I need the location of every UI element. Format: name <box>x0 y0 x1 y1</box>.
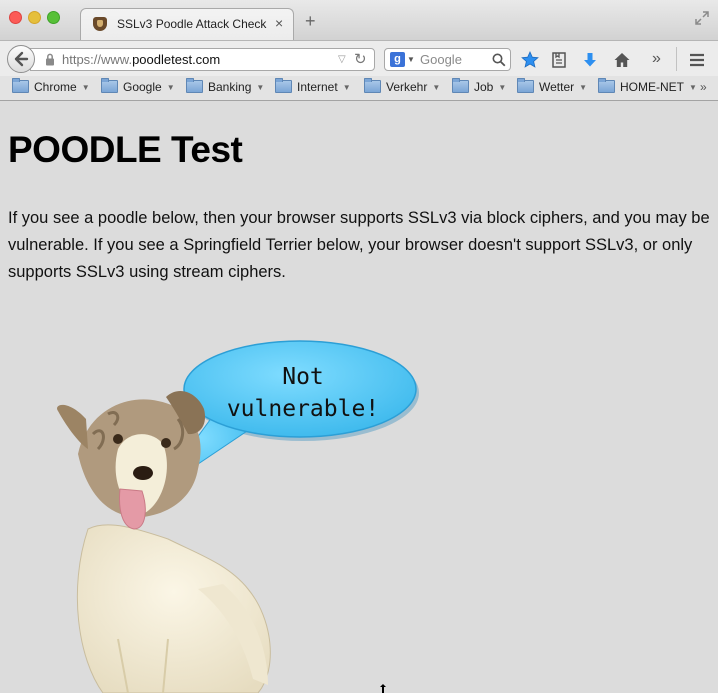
menu-hamburger-icon[interactable] <box>688 51 706 69</box>
bookmark-folder-home-net[interactable]: HOME-NET ▼ <box>598 78 697 96</box>
bookmarks-toolbar: Chrome ▼ Google ▼ Banking ▼ Internet ▼ Verke… <box>0 76 718 101</box>
engine-dropdown-icon[interactable]: ▼ <box>407 55 415 64</box>
reload-icon[interactable]: ↻ <box>354 50 367 68</box>
bookmark-label: Chrome <box>34 80 77 94</box>
url-text[interactable]: https://www.poodletest.com <box>62 52 220 67</box>
bookmark-folder-verkehr[interactable]: Verkehr ▼ <box>364 78 441 96</box>
page-title: POODLE Test <box>8 129 243 170</box>
bookmark-folder-wetter[interactable]: Wetter ▼ <box>517 78 588 96</box>
bookmark-label: Job <box>474 80 494 94</box>
url-scheme: https://www. <box>62 52 133 67</box>
toolbar-divider <box>676 47 677 71</box>
url-bar[interactable]: https://www.poodletest.com ▽ ↻ <box>30 48 375 71</box>
tab-close-icon[interactable]: × <box>275 15 283 31</box>
close-window-button[interactable] <box>9 11 22 24</box>
fullscreen-icon[interactable] <box>695 11 709 25</box>
bookmark-folder-google[interactable]: Google ▼ <box>101 78 175 96</box>
minimize-window-button[interactable] <box>28 11 41 24</box>
back-arrow-icon <box>14 51 29 67</box>
page-content: POODLE Test If you see a poodle below, t… <box>0 101 718 693</box>
bookmark-label: HOME-NET <box>620 80 684 94</box>
bookmark-folder-banking[interactable]: Banking ▼ <box>186 78 265 96</box>
url-history-dropdown-icon[interactable]: ▽ <box>338 54 346 65</box>
bookmark-label: Google <box>123 80 162 94</box>
bookmark-label: Internet <box>297 80 338 94</box>
folder-icon <box>101 78 118 93</box>
back-button[interactable] <box>7 45 35 73</box>
bubble-line-1: Not <box>282 364 324 390</box>
caret-down-icon: ▼ <box>689 83 697 92</box>
folder-icon <box>12 78 29 93</box>
toolbar-overflow-icon[interactable]: » <box>652 50 670 68</box>
search-bar[interactable]: g ▼ Google <box>384 48 511 71</box>
speech-bubble-text: Not vulnerable! <box>188 361 418 425</box>
folder-icon <box>186 78 203 93</box>
caret-down-icon: ▼ <box>498 83 507 92</box>
reading-list-icon[interactable] <box>550 51 568 69</box>
new-tab-button[interactable]: + <box>305 12 316 30</box>
bookmark-label: Wetter <box>539 80 575 94</box>
tab-poodle-check[interactable]: SSLv3 Poodle Attack Check × <box>80 8 294 40</box>
folder-icon <box>598 78 615 93</box>
caret-down-icon: ▼ <box>342 83 351 92</box>
bookmarks-overflow-icon[interactable]: » <box>700 80 707 94</box>
bookmark-folder-job[interactable]: Job ▼ <box>452 78 507 96</box>
home-icon[interactable] <box>613 51 631 69</box>
caret-down-icon: ▼ <box>81 83 90 92</box>
lock-icon <box>46 53 54 66</box>
mouse-cursor-icon <box>380 684 386 693</box>
navigation-toolbar: https://www.poodletest.com ▽ ↻ g ▼ Googl… <box>0 40 718 77</box>
page-intro-text: If you see a poodle below, then your bro… <box>8 209 710 281</box>
downloads-icon[interactable] <box>581 51 599 69</box>
tab-title: SSLv3 Poodle Attack Check <box>117 17 267 31</box>
bookmark-star-icon[interactable] <box>521 51 539 69</box>
caret-down-icon: ▼ <box>256 83 265 92</box>
folder-icon <box>517 78 534 93</box>
search-icon[interactable] <box>492 53 506 67</box>
bookmark-folder-internet[interactable]: Internet ▼ <box>275 78 351 96</box>
bookmark-label: Verkehr <box>386 80 428 94</box>
folder-icon <box>364 78 381 93</box>
shield-favicon-icon <box>93 17 107 31</box>
google-engine-icon[interactable]: g <box>390 52 405 67</box>
bookmark-label: Banking <box>208 80 252 94</box>
caret-down-icon: ▼ <box>432 83 441 92</box>
caret-down-icon: ▼ <box>166 83 175 92</box>
zoom-window-button[interactable] <box>47 11 60 24</box>
bookmark-folder-chrome[interactable]: Chrome ▼ <box>12 78 90 96</box>
bubble-line-2: vulnerable! <box>226 396 380 422</box>
title-bar: SSLv3 Poodle Attack Check × + <box>0 0 718 40</box>
folder-icon <box>452 78 469 93</box>
search-input[interactable]: Google <box>420 52 462 67</box>
url-host: poodletest.com <box>132 52 221 67</box>
caret-down-icon: ▼ <box>579 83 588 92</box>
folder-icon <box>275 78 292 93</box>
